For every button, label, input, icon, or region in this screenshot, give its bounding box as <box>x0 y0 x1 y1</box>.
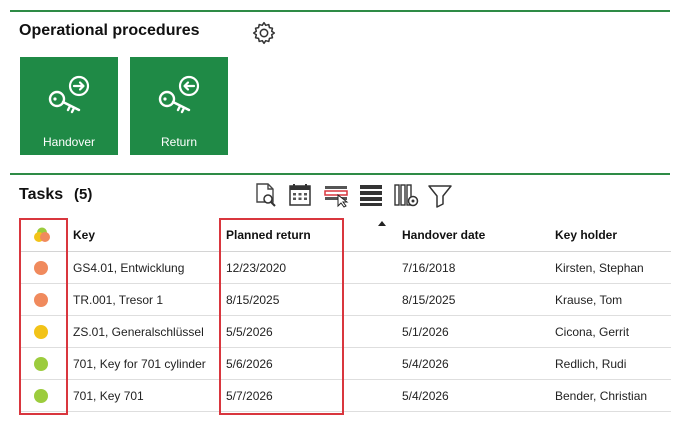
column-key-holder[interactable]: Key holder <box>549 218 671 252</box>
column-key[interactable]: Key <box>67 218 220 252</box>
column-handover-date[interactable]: Handover date <box>396 218 549 252</box>
status-dot-icon <box>34 388 48 403</box>
status-dot-icon <box>34 260 48 275</box>
table-row[interactable]: TR.001, Tresor 1 8/15/2025 8/15/2025 Krause… <box>20 283 671 316</box>
tasks-divider <box>10 173 670 175</box>
sort-ascending-icon <box>378 221 386 226</box>
column-planned-return-label: Planned return <box>226 227 311 242</box>
planned-return-cell: 5/7/2026 <box>220 379 396 412</box>
status-cell <box>20 379 67 412</box>
planned-return-cell: 12/23/2020 <box>220 251 396 284</box>
table-row[interactable]: ZS.01, Generalschlüssel 5/5/2026 5/1/2026 C… <box>20 315 671 348</box>
status-legend-icon <box>34 227 50 242</box>
tasks-title: Tasks <box>19 186 64 203</box>
handover-date-cell: 5/1/2026 <box>396 315 549 348</box>
tasks-table: Key Planned return Handover date Key hol… <box>20 218 671 412</box>
key-holder-cell: Krause, Tom <box>549 283 671 316</box>
status-dot-icon <box>34 292 48 307</box>
handover-date-cell: 5/4/2026 <box>396 347 549 380</box>
key-holder-cell: Redlich, Rudi <box>549 347 671 380</box>
status-cell <box>20 283 67 316</box>
tasks-count: (5) <box>74 186 93 203</box>
key-return-icon <box>158 75 200 114</box>
key-cell: 701, Key 701 <box>67 379 220 412</box>
table-header-row: Key Planned return Handover date Key hol… <box>20 218 671 252</box>
procedures-title: Operational procedures <box>19 22 200 39</box>
key-holder-cell: Bender, Christian <box>549 379 671 412</box>
planned-return-cell: 5/5/2026 <box>220 315 396 348</box>
key-handover-icon <box>48 75 90 114</box>
handover-date-cell: 7/16/2018 <box>396 251 549 284</box>
top-divider <box>10 10 670 12</box>
planned-return-cell: 8/15/2025 <box>220 283 396 316</box>
column-status[interactable] <box>20 218 67 252</box>
document-search-icon[interactable] <box>252 181 280 209</box>
table-row[interactable]: GS4.01, Entwicklung 12/23/2020 7/16/2018 Ki… <box>20 251 671 284</box>
columns-settings-icon[interactable] <box>392 181 420 209</box>
status-cell <box>20 251 67 284</box>
key-cell: 701, Key for 701 cylinder <box>67 347 220 380</box>
handover-button[interactable]: Handover <box>20 57 118 155</box>
column-planned-return[interactable]: Planned return <box>220 218 396 252</box>
gear-icon[interactable] <box>251 20 277 46</box>
status-cell <box>20 315 67 348</box>
planned-return-cell: 5/6/2026 <box>220 347 396 380</box>
key-cell: ZS.01, Generalschlüssel <box>67 315 220 348</box>
handover-label: Handover <box>42 135 96 149</box>
handover-date-cell: 8/15/2025 <box>396 283 549 316</box>
calendar-icon[interactable] <box>286 181 314 209</box>
key-holder-cell: Cicona, Gerrit <box>549 315 671 348</box>
key-cell: GS4.01, Entwicklung <box>67 251 220 284</box>
table-row[interactable]: 701, Key for 701 cylinder 5/6/2026 5/4/202… <box>20 347 671 380</box>
status-dot-icon <box>34 324 48 339</box>
table-row[interactable]: 701, Key 701 5/7/2026 5/4/2026 Bender, Chri… <box>20 379 671 412</box>
row-select-icon[interactable] <box>322 181 350 209</box>
handover-date-cell: 5/4/2026 <box>396 379 549 412</box>
return-button[interactable]: Return <box>130 57 228 155</box>
key-holder-cell: Kirsten, Stephan <box>549 251 671 284</box>
status-dot-icon <box>34 356 48 371</box>
status-cell <box>20 347 67 380</box>
key-cell: TR.001, Tresor 1 <box>67 283 220 316</box>
rows-icon[interactable] <box>357 181 385 209</box>
return-label: Return <box>160 135 198 149</box>
filter-icon[interactable] <box>426 181 454 209</box>
